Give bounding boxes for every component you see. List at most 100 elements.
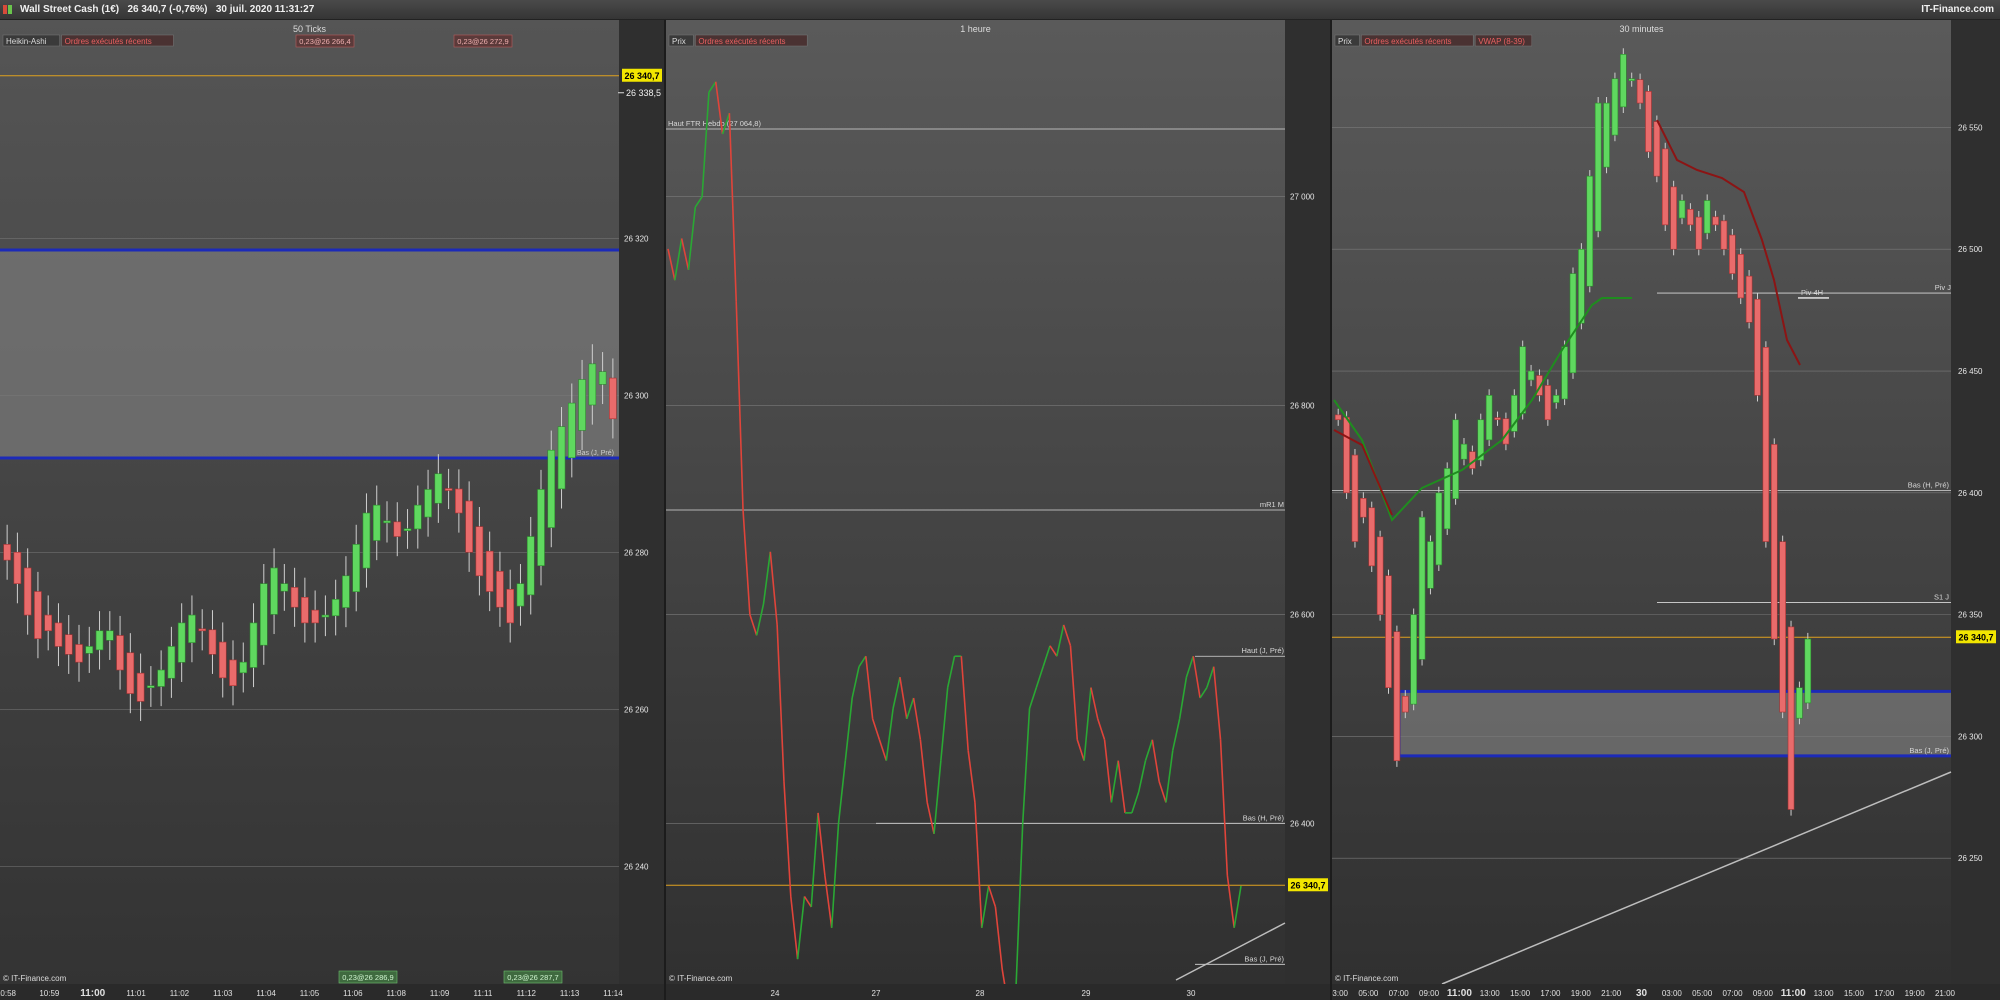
x-tick-label: 19:00 [1571, 989, 1592, 998]
candle [301, 597, 309, 624]
datetime: 30 juil. 2020 11:31:27 [215, 4, 315, 15]
title-bar: Wall Street Cash (1€) 26 340,7 (-0,76%) … [0, 0, 2000, 20]
candle [1343, 417, 1350, 494]
candle [136, 672, 145, 702]
x-tick-label: 10:59 [39, 989, 60, 998]
candle [393, 521, 402, 537]
candle [75, 644, 83, 663]
candle [270, 567, 278, 615]
candle [1712, 216, 1719, 226]
candle [506, 588, 515, 624]
candle [475, 526, 484, 577]
current-price-label: 26 340,7 [624, 71, 659, 81]
candle [1494, 417, 1501, 421]
candle [609, 377, 617, 420]
level-label: Bas (J, Pré) [577, 450, 614, 457]
candle [1796, 687, 1803, 719]
candle [1670, 186, 1677, 250]
order-badge-label: 0,23@26 286,9 [342, 973, 393, 982]
x-tick-label: 30 [1636, 988, 1648, 999]
level-label: Bas (J, Pré) [1244, 954, 1284, 963]
candle [372, 504, 381, 541]
candle [1770, 444, 1778, 640]
x-tick-label: 03:00 [1662, 989, 1683, 998]
y-tick-label: 26 280 [624, 548, 649, 557]
copyright-label: © IT-Finance.com [3, 974, 67, 983]
y-tick-label: 26 400 [1958, 489, 1983, 498]
candle [64, 634, 73, 655]
x-tick-label: 21:00 [1935, 989, 1956, 998]
candle [1552, 395, 1560, 403]
candle [177, 622, 186, 663]
instrument-name: Wall Street Cash (1€) [20, 4, 120, 15]
candle [342, 575, 350, 608]
candle [1620, 54, 1627, 108]
x-tick-label: 10:58 [0, 989, 17, 998]
high-marker-label: 26 338,5 [626, 88, 661, 98]
candle [1628, 78, 1636, 82]
candle [465, 500, 473, 553]
candle [157, 669, 165, 687]
candle [1578, 248, 1585, 324]
y-tick-label: 26 800 [1290, 402, 1315, 411]
candle [290, 587, 299, 608]
candle [567, 402, 576, 459]
copyright-label: © IT-Finance.com [1335, 974, 1399, 983]
panel-30-minutes[interactable]: 26 550 26 500 26 450 26 400 26 350 26 300 26 2… [1332, 20, 2000, 1000]
candle [588, 363, 597, 406]
candle [1737, 254, 1745, 299]
x-tick-label: 13:00 [1480, 989, 1501, 998]
candle [116, 635, 124, 671]
candle [424, 489, 432, 518]
candle [1410, 614, 1417, 705]
indicator-tag-label: Prix [672, 37, 686, 46]
candle [188, 614, 196, 643]
x-axis-band [666, 984, 1330, 1000]
candle [1703, 200, 1711, 234]
x-tick-label: 24 [771, 989, 780, 998]
y-tick-label: 26 400 [1290, 819, 1315, 828]
panel-header: 30 minutes [1619, 24, 1664, 34]
candle [1645, 91, 1652, 153]
indicator-tag-label: Heikin-Ashi [6, 37, 47, 46]
level-label: Bas (J, Pré) [1909, 746, 1949, 755]
panel-1-hour[interactable]: 27 000 26 800 26 600 26 400 Haut FTR Hebdo (… [666, 20, 1330, 1000]
candle [1745, 275, 1753, 323]
candle [455, 488, 463, 514]
candle [526, 536, 535, 596]
candle [1368, 507, 1376, 567]
y-tick-label: 26 250 [1958, 854, 1983, 863]
candle [516, 583, 525, 607]
x-tick-label: 07:00 [1389, 989, 1410, 998]
candle [578, 379, 586, 431]
y-tick-label: 26 450 [1958, 367, 1983, 376]
x-tick-label: 11:04 [256, 989, 276, 998]
x-tick-label: 19:00 [1905, 989, 1926, 998]
level-label: Haut FTR Hebdo (27 064,8) [668, 119, 761, 128]
x-tick-label: 11:05 [300, 989, 320, 998]
candle [1460, 443, 1468, 460]
y-tick-label: 26 600 [1290, 610, 1315, 619]
level-label: Piv 4H [1801, 288, 1823, 297]
candle [95, 630, 104, 651]
candle [1544, 385, 1552, 421]
candle [485, 550, 494, 592]
candle [208, 629, 217, 655]
y-tick-label: 27 000 [1290, 193, 1315, 202]
candle [362, 512, 371, 569]
candle [1678, 200, 1686, 219]
candle [1561, 346, 1568, 400]
indicator-tag-label: Ordres exécutés récents [698, 37, 785, 46]
level-label: Piv J [1935, 283, 1952, 292]
candle [1435, 492, 1443, 566]
candle [321, 614, 330, 618]
candle [537, 489, 545, 567]
candle [1586, 175, 1594, 287]
candle [1779, 541, 1786, 713]
panel-50-ticks[interactable]: 26 320 26 300 26 280 26 260 26 240 Bas (J, Pr… [0, 20, 664, 1000]
candle [311, 609, 319, 624]
quote: 26 340,7 (-0,76%) [127, 4, 208, 15]
app-logo-icon [3, 5, 12, 14]
x-tick-label: 15:00 [1844, 989, 1865, 998]
x-tick-label: 17:00 [1540, 989, 1561, 998]
